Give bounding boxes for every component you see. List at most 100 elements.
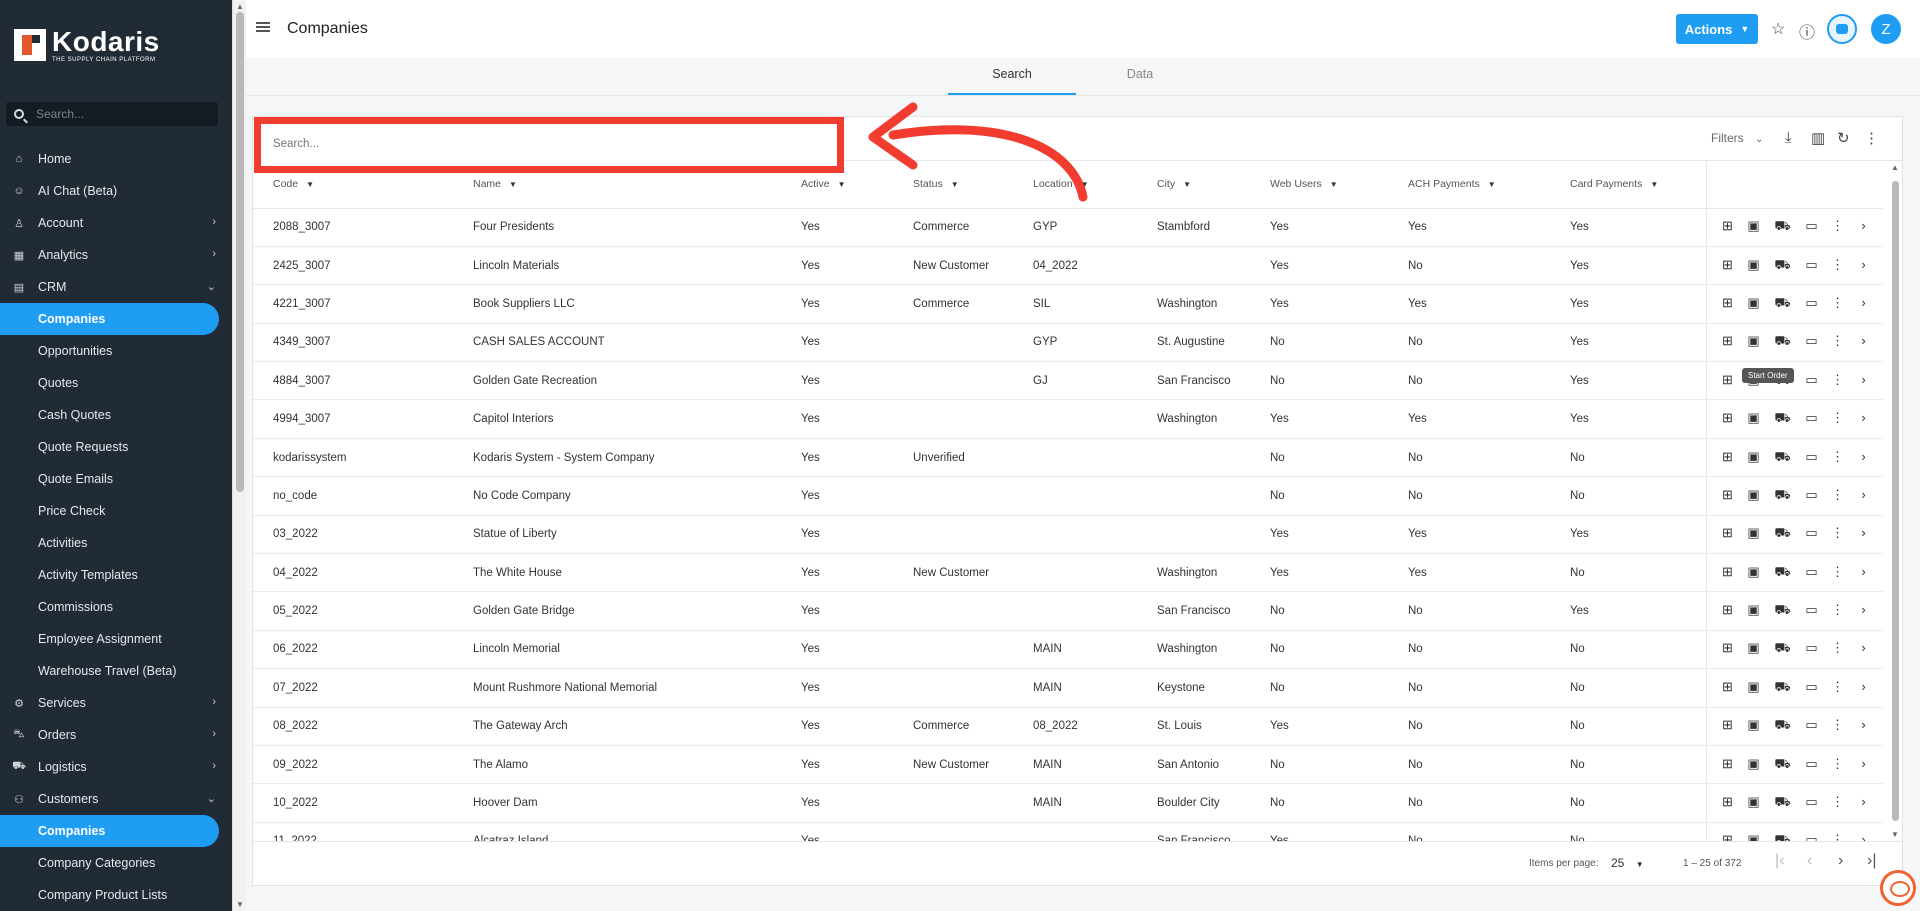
more-vert-icon[interactable]: ⋮ [1827,832,1849,841]
truck-icon[interactable]: ⛟ [1769,257,1797,275]
scroll-up-icon[interactable]: ▲ [1891,163,1899,172]
more-vert-icon[interactable]: ⋮ [1827,756,1849,772]
add-note-icon[interactable]: ⊞ [1717,679,1739,695]
truck-icon[interactable]: ⛟ [1769,717,1797,735]
table-row[interactable]: 4884_3007 Golden Gate Recreation Yes GJ San … [253,361,1883,401]
comment-icon[interactable]: ▭ [1801,525,1823,541]
truck-icon[interactable]: ⛟ [1769,602,1797,620]
table-row[interactable]: 06_2022 Lincoln Memorial Yes MAIN Washington… [253,630,1883,670]
start-order-icon[interactable]: ▣ [1743,602,1765,618]
tab-search[interactable]: Search [948,58,1076,95]
items-per-page-select[interactable]: 25 ▼ [1611,856,1644,870]
sort-icon[interactable]: ▼ [838,180,846,189]
truck-icon[interactable]: ⛟ [1769,756,1797,774]
sidebar-item-crm[interactable]: ▤ CRM ⌄ [0,271,232,303]
sidebar-item-warehouse-travel-beta[interactable]: Warehouse Travel (Beta) [0,655,232,687]
comment-icon[interactable]: ▭ [1801,717,1823,733]
chevron-right-icon[interactable]: › [1853,295,1875,310]
columns-icon[interactable]: ▥ [1811,129,1825,147]
search-input[interactable] [273,138,773,150]
table-row[interactable]: 11_2022Alcatraz IslandYesSan FranciscoYe… [253,822,1883,841]
add-note-icon[interactable]: ⊞ [1717,487,1739,503]
comment-icon[interactable]: ▭ [1801,372,1823,388]
more-vert-icon[interactable]: ⋮ [1827,218,1849,234]
search-input-highlight[interactable] [254,117,844,173]
column-header-card-payments[interactable]: Card Payments ▼ [1550,161,1706,209]
sidebar-item-company-product-lists[interactable]: Company Product Lists [0,879,232,911]
comment-icon[interactable]: ▭ [1801,410,1823,426]
more-vert-icon[interactable]: ⋮ [1827,257,1849,273]
start-order-icon[interactable]: ▣ [1743,449,1765,465]
add-note-icon[interactable]: ⊞ [1717,218,1739,234]
add-note-icon[interactable]: ⊞ [1717,257,1739,273]
table-row[interactable]: 03_2022 Statue of Liberty Yes Yes Yes Yes ⊞ ▣ ⛟ ▭… [253,515,1883,555]
sidebar-item-quotes[interactable]: Quotes [0,367,232,399]
sidebar-scrollbar-thumb[interactable] [236,12,244,492]
comment-icon[interactable]: ▭ [1801,640,1823,656]
start-order-icon[interactable]: ▣ [1743,218,1765,234]
download-icon[interactable]: ⤓ [1785,129,1792,146]
start-order-icon[interactable]: ▣ [1743,525,1765,541]
sidebar-item-employee-assignment[interactable]: Employee Assignment [0,623,232,655]
more-vert-icon[interactable]: ⋮ [1827,410,1849,426]
kodaris-logo[interactable]: Kodaris THE SUPPLY CHAIN PLATFORM [14,26,160,64]
more-vert-icon[interactable]: ⋮ [1827,564,1849,580]
comment-icon[interactable]: ▭ [1801,756,1823,772]
truck-icon[interactable]: ⛟ [1769,218,1797,236]
avatar[interactable]: Z [1871,14,1901,44]
refresh-icon[interactable]: ↻ [1837,129,1850,147]
sort-icon[interactable]: ▼ [1183,180,1191,189]
more-vert-icon[interactable]: ⋮ [1827,333,1849,349]
chat-support-icon[interactable] [1880,870,1916,906]
table-row[interactable]: no_code No Code Company Yes No No No ⊞ ▣ ⛟ ▭ ⋮ › [253,476,1883,516]
chevron-right-icon[interactable]: › [1853,372,1875,387]
sidebar-item-cash-quotes[interactable]: Cash Quotes [0,399,232,431]
sidebar-item-logistics[interactable]: ⛟ Logistics › [0,751,232,783]
comment-icon[interactable]: ▭ [1801,794,1823,810]
start-order-icon[interactable]: ▣ [1743,564,1765,580]
sort-icon[interactable]: ▼ [509,180,517,189]
sidebar-item-activities[interactable]: Activities [0,527,232,559]
sidebar-item-services[interactable]: ⚙ Services › [0,687,232,719]
table-scrollbar[interactable]: ▲ ▼ [1889,161,1901,841]
start-order-icon[interactable]: ▣ [1743,410,1765,426]
sidebar-item-home[interactable]: ⌂ Home [0,143,232,175]
start-order-icon[interactable]: ▣ [1743,679,1765,695]
comment-icon[interactable]: ▭ [1801,257,1823,273]
truck-icon[interactable]: ⛟ [1769,640,1797,658]
column-header-web-users[interactable]: Web Users ▼ [1250,161,1388,209]
truck-icon[interactable]: ⛟ [1769,333,1797,351]
table-row[interactable]: 09_2022 The Alamo Yes New Customer MAIN San A… [253,745,1883,785]
table-row[interactable]: 4349_3007 CASH SALES ACCOUNT Yes GYP St. Aug… [253,323,1883,363]
start-order-icon[interactable]: ▣ [1743,756,1765,772]
table-row[interactable]: 4221_3007 Book Suppliers LLC Yes Commerce SI… [253,284,1883,324]
next-page-icon[interactable]: › [1838,852,1843,870]
sort-icon[interactable]: ▼ [1330,180,1338,189]
add-note-icon[interactable]: ⊞ [1717,333,1739,349]
add-note-icon[interactable]: ⊞ [1717,832,1739,841]
add-note-icon[interactable]: ⊞ [1717,640,1739,656]
comment-icon[interactable]: ▭ [1801,449,1823,465]
chevron-right-icon[interactable]: › [1853,640,1875,655]
menu-icon[interactable] [256,22,270,32]
add-note-icon[interactable]: ⊞ [1717,756,1739,772]
add-note-icon[interactable]: ⊞ [1717,717,1739,733]
start-order-icon[interactable]: ▣ [1743,257,1765,273]
add-note-icon[interactable]: ⊞ [1717,602,1739,618]
truck-icon[interactable]: ⛟ [1769,410,1797,428]
chevron-right-icon[interactable]: › [1853,525,1875,540]
sidebar-item-ai-chat-beta[interactable]: ☺ AI Chat (Beta) [0,175,232,207]
add-note-icon[interactable]: ⊞ [1717,564,1739,580]
add-note-icon[interactable]: ⊞ [1717,410,1739,426]
add-note-icon[interactable]: ⊞ [1717,449,1739,465]
sort-icon[interactable]: ▼ [306,180,314,189]
chevron-right-icon[interactable]: › [1853,756,1875,771]
comment-icon[interactable]: ▭ [1801,295,1823,311]
sidebar-item-companies[interactable]: Companies [0,303,219,335]
sidebar-item-opportunities[interactable]: Opportunities [0,335,232,367]
more-vert-icon[interactable]: ⋮ [1827,794,1849,810]
chevron-right-icon[interactable]: › [1853,679,1875,694]
scroll-up-icon[interactable]: ▲ [236,2,244,11]
comment-icon[interactable]: ▭ [1801,487,1823,503]
sidebar-item-commissions[interactable]: Commissions [0,591,232,623]
